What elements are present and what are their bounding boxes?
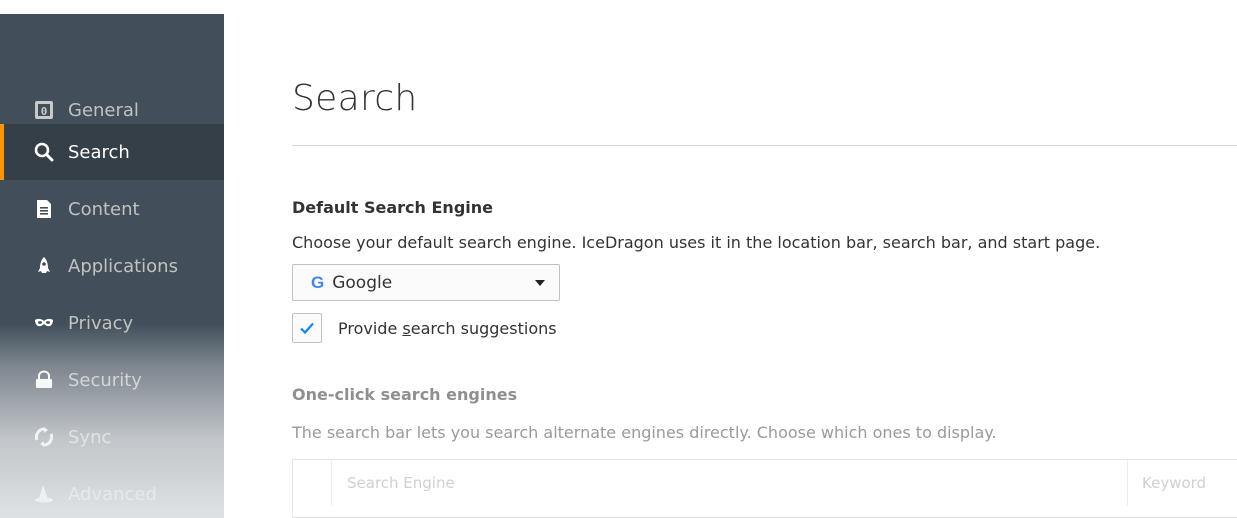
- one-click-heading: One-click search engines: [292, 385, 518, 404]
- wizard-hat-icon: [34, 484, 54, 504]
- sidebar-item-security[interactable]: Security: [0, 352, 224, 408]
- sidebar-item-label: Applications: [68, 255, 178, 277]
- sidebar-item-sync[interactable]: Sync: [0, 409, 224, 465]
- default-engine-description: Choose your default search engine. IceDr…: [292, 233, 1101, 252]
- search-suggestions-checkbox[interactable]: [292, 313, 322, 343]
- sidebar-item-label: Sync: [68, 426, 112, 448]
- sidebar-item-privacy[interactable]: Privacy: [0, 295, 224, 351]
- column-divider: [1127, 460, 1128, 506]
- checkmark-icon: [300, 322, 314, 335]
- label-text-part: Provide: [338, 318, 403, 338]
- sidebar-item-advanced[interactable]: Advanced: [0, 466, 224, 518]
- sync-icon: [34, 427, 54, 447]
- column-header-search-engine[interactable]: Search Engine: [347, 474, 455, 492]
- sidebar-item-label: Privacy: [68, 312, 134, 334]
- one-click-engines-table: Search Engine Keyword: [292, 459, 1237, 518]
- checkbox-column-header: [293, 460, 332, 506]
- lock-icon: [34, 370, 54, 390]
- sidebar-item-label: Security: [68, 369, 142, 391]
- general-icon: 0: [34, 100, 54, 120]
- column-header-keyword[interactable]: Keyword: [1142, 474, 1206, 492]
- sidebar-item-content[interactable]: Content: [0, 181, 224, 237]
- google-icon: G: [311, 272, 325, 292]
- mask-icon: [34, 313, 54, 333]
- rocket-icon: [34, 256, 54, 276]
- sidebar-item-label: Advanced: [68, 483, 157, 505]
- search-suggestions-label[interactable]: Provide search suggestions: [338, 319, 557, 338]
- search-suggestions-option: Provide search suggestions: [292, 313, 557, 343]
- selected-engine-label: Google: [332, 272, 393, 293]
- title-divider: [292, 145, 1237, 146]
- one-click-description: The search bar lets you search alternate…: [292, 423, 997, 442]
- default-engine-select[interactable]: G Google: [292, 264, 560, 301]
- label-text-part: earch suggestions: [410, 318, 557, 338]
- sidebar-item-search[interactable]: Search: [0, 124, 224, 180]
- document-icon: [34, 199, 54, 219]
- svg-text:0: 0: [41, 105, 48, 118]
- chevron-down-icon: [535, 280, 545, 286]
- sidebar-item-applications[interactable]: Applications: [0, 238, 224, 294]
- sidebar: 0 General Search Content Applications Pr…: [0, 14, 224, 518]
- default-engine-heading: Default Search Engine: [292, 198, 493, 217]
- sidebar-item-label: General: [68, 99, 139, 121]
- sidebar-item-label: Content: [68, 198, 140, 220]
- sidebar-item-label: Search: [68, 141, 130, 163]
- page-title: Search: [292, 78, 418, 119]
- search-icon: [34, 142, 54, 162]
- access-key-letter: s: [402, 318, 411, 338]
